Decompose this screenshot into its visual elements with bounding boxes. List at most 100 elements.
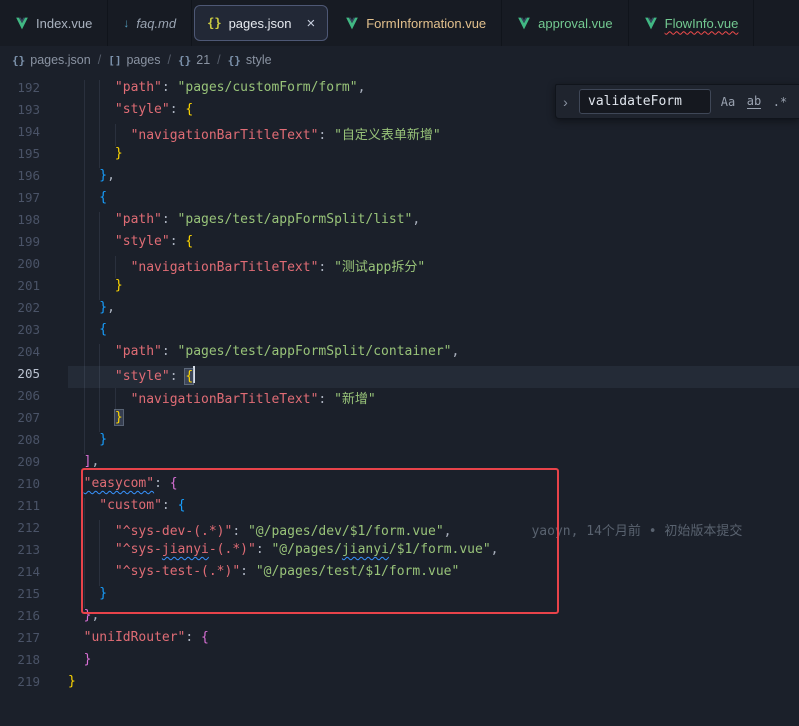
line-number[interactable]: 216 [0, 608, 40, 630]
line-content[interactable]: "navigationBarTitleText": "新增" [68, 388, 799, 410]
code-line-200: 200 "navigationBarTitleText": "测试app拆分" [0, 256, 799, 278]
line-number[interactable]: 214 [0, 564, 40, 586]
line-content[interactable]: ], [68, 454, 799, 476]
line-content[interactable]: } [68, 586, 799, 608]
line-number[interactable]: 200 [0, 256, 40, 278]
line-number[interactable]: 208 [0, 432, 40, 454]
line-number[interactable]: 195 [0, 146, 40, 168]
line-number[interactable]: 211 [0, 498, 40, 520]
indent-guide [84, 300, 100, 322]
line-number[interactable]: 213 [0, 542, 40, 564]
line-number[interactable]: 196 [0, 168, 40, 190]
line-content[interactable]: } [68, 278, 799, 300]
line-content[interactable]: "easycom": { [68, 476, 799, 498]
code-token: jianyi [162, 542, 209, 557]
indent-guide [99, 388, 115, 410]
line-number[interactable]: 217 [0, 630, 40, 652]
indent-guide [84, 190, 100, 212]
line-content[interactable]: "style": { [68, 366, 799, 388]
line-content[interactable]: "navigationBarTitleText": "测试app拆分" [68, 256, 799, 278]
line-content[interactable]: "^sys-jianyi-(.*)": "@/pages/jianyi/$1/f… [68, 542, 799, 564]
line-number[interactable]: 209 [0, 454, 40, 476]
line-number[interactable]: 203 [0, 322, 40, 344]
line-number[interactable]: 207 [0, 410, 40, 432]
line-content[interactable]: } [68, 410, 799, 432]
line-content[interactable]: "navigationBarTitleText": "自定义表单新增" [68, 124, 799, 146]
tab-pages-json[interactable]: {}pages.json× [194, 5, 328, 41]
vscode-window: Index.vue↓faq.md{}pages.json×FormInforma… [0, 0, 799, 726]
line-number[interactable]: 204 [0, 344, 40, 366]
line-number[interactable]: 194 [0, 124, 40, 146]
tab-index-vue[interactable]: Index.vue [0, 0, 108, 46]
indent-guide [68, 168, 84, 190]
line-content[interactable]: "style": { [68, 234, 799, 256]
code-token: "style" [115, 234, 170, 249]
code-line-216: 216}, [0, 608, 799, 630]
tab-approval-vue[interactable]: approval.vue [502, 0, 628, 46]
line-number[interactable]: 218 [0, 652, 40, 674]
line-content[interactable]: "^sys-test-(.*)": "@/pages/test/$1/form.… [68, 564, 799, 586]
line-number[interactable]: 212 [0, 520, 40, 542]
line-content[interactable]: "uniIdRouter": { [68, 630, 799, 652]
line-content[interactable]: }, [68, 168, 799, 190]
line-number[interactable]: 219 [0, 674, 40, 696]
line-content[interactable]: } [68, 674, 799, 696]
line-content[interactable]: } [68, 146, 799, 168]
toggle-replace-chevron-icon[interactable]: › [558, 85, 573, 118]
code-token: : [170, 102, 186, 117]
line-number[interactable]: 197 [0, 190, 40, 212]
code-token: "navigationBarTitleText" [131, 260, 319, 275]
line-number[interactable]: 210 [0, 476, 40, 498]
line-number[interactable]: 215 [0, 586, 40, 608]
find-input[interactable] [579, 89, 711, 114]
line-content[interactable]: } [68, 432, 799, 454]
line-number[interactable]: 201 [0, 278, 40, 300]
code-lines: 192"path": "pages/customForm/form",193"s… [0, 80, 799, 696]
editor[interactable]: 192"path": "pages/customForm/form",193"s… [0, 74, 799, 726]
line-number[interactable]: 192 [0, 80, 40, 102]
tab-forminformation-vue[interactable]: FormInformation.vue [330, 0, 502, 46]
line-number[interactable]: 198 [0, 212, 40, 234]
match-case-button[interactable]: Aa [717, 91, 739, 113]
inline-blame: yaoyn, 14个月前 • 初始版本提交 [451, 524, 742, 539]
vue-icon [15, 17, 29, 30]
line-content[interactable]: "custom": { [68, 498, 799, 520]
regex-button[interactable]: .* [769, 91, 791, 113]
indent-guide [99, 234, 115, 256]
code-token: "自定义表单新增" [334, 128, 441, 143]
line-number[interactable]: 205 [0, 366, 40, 388]
line-number[interactable]: 193 [0, 102, 40, 124]
line-content[interactable]: }, [68, 608, 799, 630]
line-number[interactable]: 199 [0, 234, 40, 256]
code-line-208: 208} [0, 432, 799, 454]
indent-guide [68, 542, 84, 564]
breadcrumb: {}pages.json/[]pages/{}21/{}style [0, 46, 799, 74]
indent-guide [84, 102, 100, 124]
breadcrumb-item-pages-json[interactable]: {}pages.json [12, 53, 91, 67]
line-content[interactable]: } [68, 652, 799, 674]
line-content[interactable]: "path": "pages/test/appFormSplit/contain… [68, 344, 799, 366]
code-line-206: 206 "navigationBarTitleText": "新增" [0, 388, 799, 410]
braces-icon: {} [228, 53, 241, 67]
line-content[interactable]: }, [68, 300, 799, 322]
whole-word-button[interactable]: ab [743, 91, 765, 113]
code-token: : [256, 542, 272, 557]
tab-faq-md[interactable]: ↓faq.md [108, 0, 192, 46]
close-icon[interactable]: × [306, 16, 315, 31]
line-number[interactable]: 206 [0, 388, 40, 410]
code-token: "^sys-dev-(.*)" [115, 524, 232, 539]
braces-icon: {} [12, 53, 25, 67]
line-content[interactable]: "path": "pages/test/appFormSplit/list", [68, 212, 799, 234]
breadcrumb-item-pages[interactable]: []pages [108, 53, 160, 67]
code-token: { [178, 498, 186, 513]
code-token: "@/pages/dev/$1/form.vue" [248, 524, 444, 539]
breadcrumb-item-21[interactable]: {}21 [178, 53, 210, 67]
breadcrumb-label: 21 [196, 53, 210, 67]
line-content[interactable]: { [68, 322, 799, 344]
tab-flowinfo-vue[interactable]: FlowInfo.vue [629, 0, 755, 46]
line-number[interactable]: 202 [0, 300, 40, 322]
line-content[interactable]: "^sys-dev-(.*)": "@/pages/dev/$1/form.vu… [68, 520, 799, 542]
line-content[interactable]: { [68, 190, 799, 212]
markdown-icon: ↓ [123, 16, 129, 30]
breadcrumb-item-style[interactable]: {}style [228, 53, 272, 67]
